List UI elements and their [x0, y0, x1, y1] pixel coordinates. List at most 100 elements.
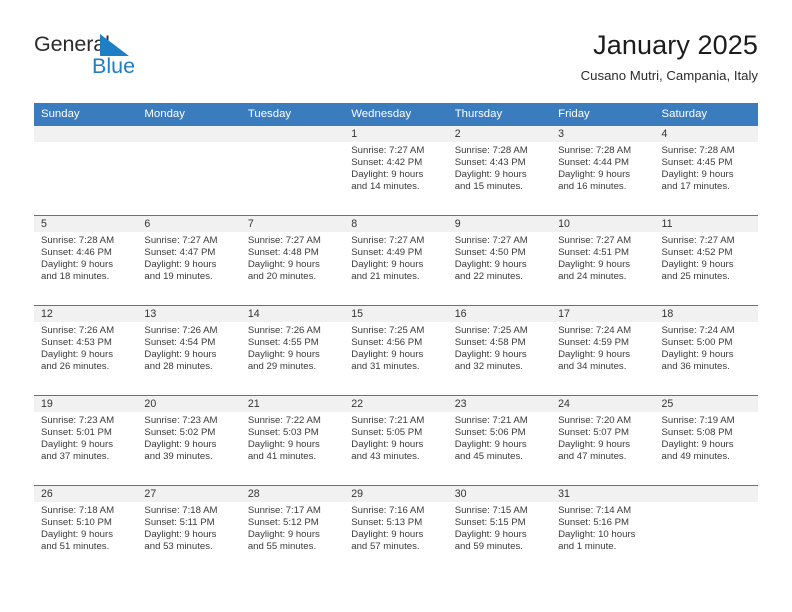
day-details: Sunrise: 7:21 AM Sunset: 5:05 PM Dayligh… [344, 412, 447, 463]
day-number: 7 [240, 216, 345, 232]
day-cell[interactable]: 29 Sunrise: 7:16 AM Sunset: 5:13 PM Dayl… [344, 485, 448, 576]
day-details: Sunrise: 7:28 AM Sunset: 4:43 PM Dayligh… [448, 142, 551, 193]
sunset-line: Sunset: 5:15 PM [454, 517, 526, 529]
sunset-line: Sunset: 5:03 PM [247, 427, 319, 439]
day-cell[interactable]: 22 Sunrise: 7:21 AM Sunset: 5:05 PM Dayl… [344, 395, 448, 486]
day-cell[interactable]: 2 Sunrise: 7:28 AM Sunset: 4:43 PM Dayli… [447, 125, 552, 216]
page-title: January 2025 [593, 30, 758, 60]
day-cell[interactable]: 11 Sunrise: 7:27 AM Sunset: 4:52 PM Dayl… [654, 215, 758, 306]
day-number: 2 [447, 126, 552, 142]
day-cell[interactable]: 1 Sunrise: 7:27 AM Sunset: 4:42 PM Dayli… [344, 125, 448, 216]
day-details: Sunrise: 7:27 AM Sunset: 4:47 PM Dayligh… [137, 232, 240, 283]
daylight-line-2: and 53 minutes. [144, 541, 213, 553]
sunset-line: Sunset: 5:02 PM [144, 427, 216, 439]
day-cell[interactable]: 30 Sunrise: 7:15 AM Sunset: 5:15 PM Dayl… [447, 485, 552, 576]
sunset-line: Sunset: 4:52 PM [661, 247, 733, 259]
sunset-line: Sunset: 4:54 PM [144, 337, 216, 349]
day-number: 15 [344, 306, 448, 322]
week-row: 26 Sunrise: 7:18 AM Sunset: 5:10 PM Dayl… [34, 485, 758, 576]
day-cell[interactable]: 5 Sunrise: 7:28 AM Sunset: 4:46 PM Dayli… [34, 215, 138, 306]
weekday-header-row: Sunday Monday Tuesday Wednesday Thursday… [34, 103, 758, 126]
day-cell[interactable]: 4 Sunrise: 7:28 AM Sunset: 4:45 PM Dayli… [654, 125, 758, 216]
day-details: Sunrise: 7:21 AM Sunset: 5:06 PM Dayligh… [448, 412, 551, 463]
daylight-line-1: Daylight: 9 hours [41, 529, 113, 541]
general-blue-logo[interactable]: General Blue [34, 32, 234, 86]
logo-word-general: General [34, 32, 110, 56]
day-cell[interactable]: 26 Sunrise: 7:18 AM Sunset: 5:10 PM Dayl… [34, 485, 138, 576]
sunset-line: Sunset: 4:48 PM [247, 247, 319, 259]
sunset-line: Sunset: 5:11 PM [144, 517, 215, 529]
day-cell[interactable]: 24 Sunrise: 7:20 AM Sunset: 5:07 PM Dayl… [551, 395, 655, 486]
day-number: 10 [551, 216, 655, 232]
sunset-line: Sunset: 4:45 PM [661, 157, 733, 169]
day-cell[interactable]: 9 Sunrise: 7:27 AM Sunset: 4:50 PM Dayli… [447, 215, 552, 306]
day-cell[interactable]: 12 Sunrise: 7:26 AM Sunset: 4:53 PM Dayl… [34, 305, 138, 396]
sunrise-line: Sunrise: 7:28 AM [558, 145, 632, 156]
daylight-line-2: and 39 minutes. [144, 451, 213, 463]
day-details: Sunrise: 7:22 AM Sunset: 5:03 PM Dayligh… [241, 412, 344, 463]
sunrise-line: Sunrise: 7:24 AM [661, 325, 735, 336]
day-number: 13 [137, 306, 241, 322]
day-number: 26 [34, 486, 138, 502]
day-number: 31 [551, 486, 655, 502]
day-details: Sunrise: 7:17 AM Sunset: 5:12 PM Dayligh… [241, 502, 344, 553]
daylight-line-1: Daylight: 9 hours [558, 169, 631, 181]
daylight-line-2: and 16 minutes. [558, 181, 627, 193]
day-cell[interactable]: 16 Sunrise: 7:25 AM Sunset: 4:58 PM Dayl… [447, 305, 552, 396]
day-cell[interactable]: 28 Sunrise: 7:17 AM Sunset: 5:12 PM Dayl… [240, 485, 345, 576]
daylight-line-1: Daylight: 9 hours [661, 259, 734, 271]
day-cell[interactable]: 25 Sunrise: 7:19 AM Sunset: 5:08 PM Dayl… [654, 395, 758, 486]
day-cell[interactable]: 17 Sunrise: 7:24 AM Sunset: 4:59 PM Dayl… [551, 305, 655, 396]
daylight-line-1: Daylight: 9 hours [41, 349, 113, 361]
day-cell[interactable]: 20 Sunrise: 7:23 AM Sunset: 5:02 PM Dayl… [137, 395, 241, 486]
day-cell[interactable]: 31 Sunrise: 7:14 AM Sunset: 5:16 PM Dayl… [551, 485, 655, 576]
day-cell [654, 485, 758, 576]
weekday-header-saturday: Saturday [654, 103, 758, 126]
weekday-header-monday: Monday [137, 103, 241, 126]
day-number: 30 [447, 486, 552, 502]
sunrise-line: Sunrise: 7:28 AM [41, 235, 115, 246]
daylight-line-2: and 19 minutes. [144, 271, 213, 283]
daylight-line-2: and 37 minutes. [41, 451, 110, 463]
day-number: 20 [137, 396, 241, 412]
day-number: 1 [344, 126, 448, 142]
day-details: Sunrise: 7:28 AM Sunset: 4:45 PM Dayligh… [655, 142, 758, 193]
daylight-line-2: and 49 minutes. [661, 451, 730, 463]
day-number: 18 [654, 306, 758, 322]
day-number: 21 [240, 396, 345, 412]
week-row: 5 Sunrise: 7:28 AM Sunset: 4:46 PM Dayli… [34, 215, 758, 306]
daylight-line-1: Daylight: 9 hours [351, 259, 424, 271]
sunset-line: Sunset: 4:53 PM [41, 337, 112, 349]
sunrise-line: Sunrise: 7:14 AM [558, 505, 632, 516]
day-details: Sunrise: 7:28 AM Sunset: 4:46 PM Dayligh… [34, 232, 137, 283]
day-cell[interactable]: 19 Sunrise: 7:23 AM Sunset: 5:01 PM Dayl… [34, 395, 138, 486]
day-number: 4 [654, 126, 758, 142]
day-cell[interactable]: 21 Sunrise: 7:22 AM Sunset: 5:03 PM Dayl… [240, 395, 345, 486]
day-cell[interactable]: 13 Sunrise: 7:26 AM Sunset: 4:54 PM Dayl… [137, 305, 241, 396]
daylight-line-2: and 28 minutes. [144, 361, 213, 373]
daylight-line-2: and 32 minutes. [454, 361, 523, 373]
daylight-line-2: and 22 minutes. [454, 271, 523, 283]
sunrise-line: Sunrise: 7:26 AM [41, 325, 115, 336]
day-cell[interactable]: 18 Sunrise: 7:24 AM Sunset: 5:00 PM Dayl… [654, 305, 758, 396]
sunrise-line: Sunrise: 7:27 AM [558, 235, 632, 246]
day-cell [137, 125, 241, 216]
day-cell[interactable]: 15 Sunrise: 7:25 AM Sunset: 4:56 PM Dayl… [344, 305, 448, 396]
day-cell[interactable]: 8 Sunrise: 7:27 AM Sunset: 4:49 PM Dayli… [344, 215, 448, 306]
sunrise-line: Sunrise: 7:20 AM [558, 415, 632, 426]
day-cell [240, 125, 345, 216]
sunset-line: Sunset: 4:55 PM [247, 337, 319, 349]
daylight-line-1: Daylight: 9 hours [454, 259, 527, 271]
day-details: Sunrise: 7:26 AM Sunset: 4:55 PM Dayligh… [241, 322, 344, 373]
day-cell[interactable]: 3 Sunrise: 7:28 AM Sunset: 4:44 PM Dayli… [551, 125, 655, 216]
day-cell[interactable]: 23 Sunrise: 7:21 AM Sunset: 5:06 PM Dayl… [447, 395, 552, 486]
day-cell[interactable]: 7 Sunrise: 7:27 AM Sunset: 4:48 PM Dayli… [240, 215, 345, 306]
daylight-line-2: and 57 minutes. [351, 541, 420, 553]
day-number: 29 [344, 486, 448, 502]
day-cell[interactable]: 27 Sunrise: 7:18 AM Sunset: 5:11 PM Dayl… [137, 485, 241, 576]
day-cell[interactable]: 6 Sunrise: 7:27 AM Sunset: 4:47 PM Dayli… [137, 215, 241, 306]
day-cell[interactable]: 14 Sunrise: 7:26 AM Sunset: 4:55 PM Dayl… [240, 305, 345, 396]
daylight-line-1: Daylight: 9 hours [661, 349, 734, 361]
day-cell[interactable]: 10 Sunrise: 7:27 AM Sunset: 4:51 PM Dayl… [551, 215, 655, 306]
sunrise-line: Sunrise: 7:28 AM [454, 145, 528, 156]
